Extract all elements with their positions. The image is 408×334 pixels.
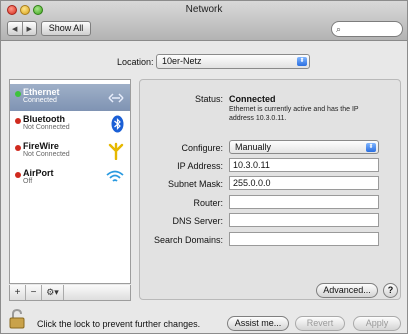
status-dot-icon [15,172,21,178]
firewire-icon [108,142,124,160]
bluetooth-icon [111,115,124,133]
dns-server-label: DNS Server: [172,216,223,226]
window-title: Network [185,4,223,15]
assist-me-button[interactable]: Assist me... [227,316,289,331]
subnet-mask-field[interactable]: 255.0.0.0 [229,176,379,190]
apply-button[interactable]: Apply [353,316,401,331]
select-arrows-icon: ⬍ [366,143,376,152]
service-status: Connected [23,97,57,104]
configure-label: Configure: [181,143,223,153]
service-name: FireWire [23,141,59,151]
status-dot-icon [15,145,21,151]
search-icon: ⌕ [336,24,342,34]
show-all-button[interactable]: Show All [41,21,91,36]
location-select[interactable]: 10er-Netz ⬍ [156,54,310,69]
search-domains-field[interactable] [229,232,379,246]
service-name: Ethernet [23,87,60,97]
service-list: Ethernet Connected Bluetooth Not Connect… [9,79,131,284]
action-menu-button[interactable]: ⚙▾ [42,285,64,300]
status-dot-icon [15,91,21,97]
search-input[interactable]: ⌕ [331,21,403,37]
service-item-firewire[interactable]: FireWire Not Connected [10,138,130,165]
status-dot-icon [15,118,21,124]
airport-icon [106,170,124,182]
service-name: AirPort [23,168,54,178]
revert-button[interactable]: Revert [295,316,345,331]
ip-address-field[interactable]: 10.3.0.11 [229,158,379,172]
bottom-bar: Click the lock to prevent further change… [1,306,407,334]
router-field[interactable] [229,195,379,209]
back-forward-control: ◀ ▶ [7,21,37,36]
network-preferences-window: Network ◀ ▶ Show All ⌕ Location: 10er-Ne… [0,0,408,334]
select-arrows-icon: ⬍ [297,57,307,66]
service-item-airport[interactable]: AirPort Off [10,165,130,192]
title-bar: Network ◀ ▶ Show All ⌕ [1,1,407,41]
service-status: Off [23,178,33,185]
advanced-button[interactable]: Advanced... [316,283,378,298]
status-value: Connected [229,94,276,104]
status-label: Status: [194,94,223,104]
dns-server-field[interactable] [229,213,379,227]
location-value: 10er-Netz [162,56,202,66]
service-status: Not Connected [23,151,70,158]
lock-message: Click the lock to prevent further change… [37,319,201,329]
subnet-mask-label: Subnet Mask: [167,179,223,189]
add-service-button[interactable]: + [10,285,26,300]
service-name: Bluetooth [23,114,65,124]
ip-address-label: IP Address: [177,161,223,171]
forward-button[interactable]: ▶ [21,22,37,35]
lock-icon[interactable] [9,309,25,329]
remove-service-button[interactable]: − [26,285,42,300]
configure-select[interactable]: Manually ⬍ [229,140,379,154]
search-domains-label: Search Domains: [153,235,223,245]
service-item-bluetooth[interactable]: Bluetooth Not Connected [10,111,130,138]
back-button[interactable]: ◀ [8,22,22,35]
help-button[interactable]: ? [383,283,398,298]
status-description: Ethernet is currently active and has the… [229,106,359,122]
service-list-toolbar: + − ⚙▾ [9,285,131,301]
location-label: Location: [117,57,154,67]
configure-value: Manually [235,142,272,152]
router-label: Router: [193,198,223,208]
service-item-ethernet[interactable]: Ethernet Connected [10,84,130,111]
ethernet-icon [108,93,124,103]
service-status: Not Connected [23,124,70,131]
